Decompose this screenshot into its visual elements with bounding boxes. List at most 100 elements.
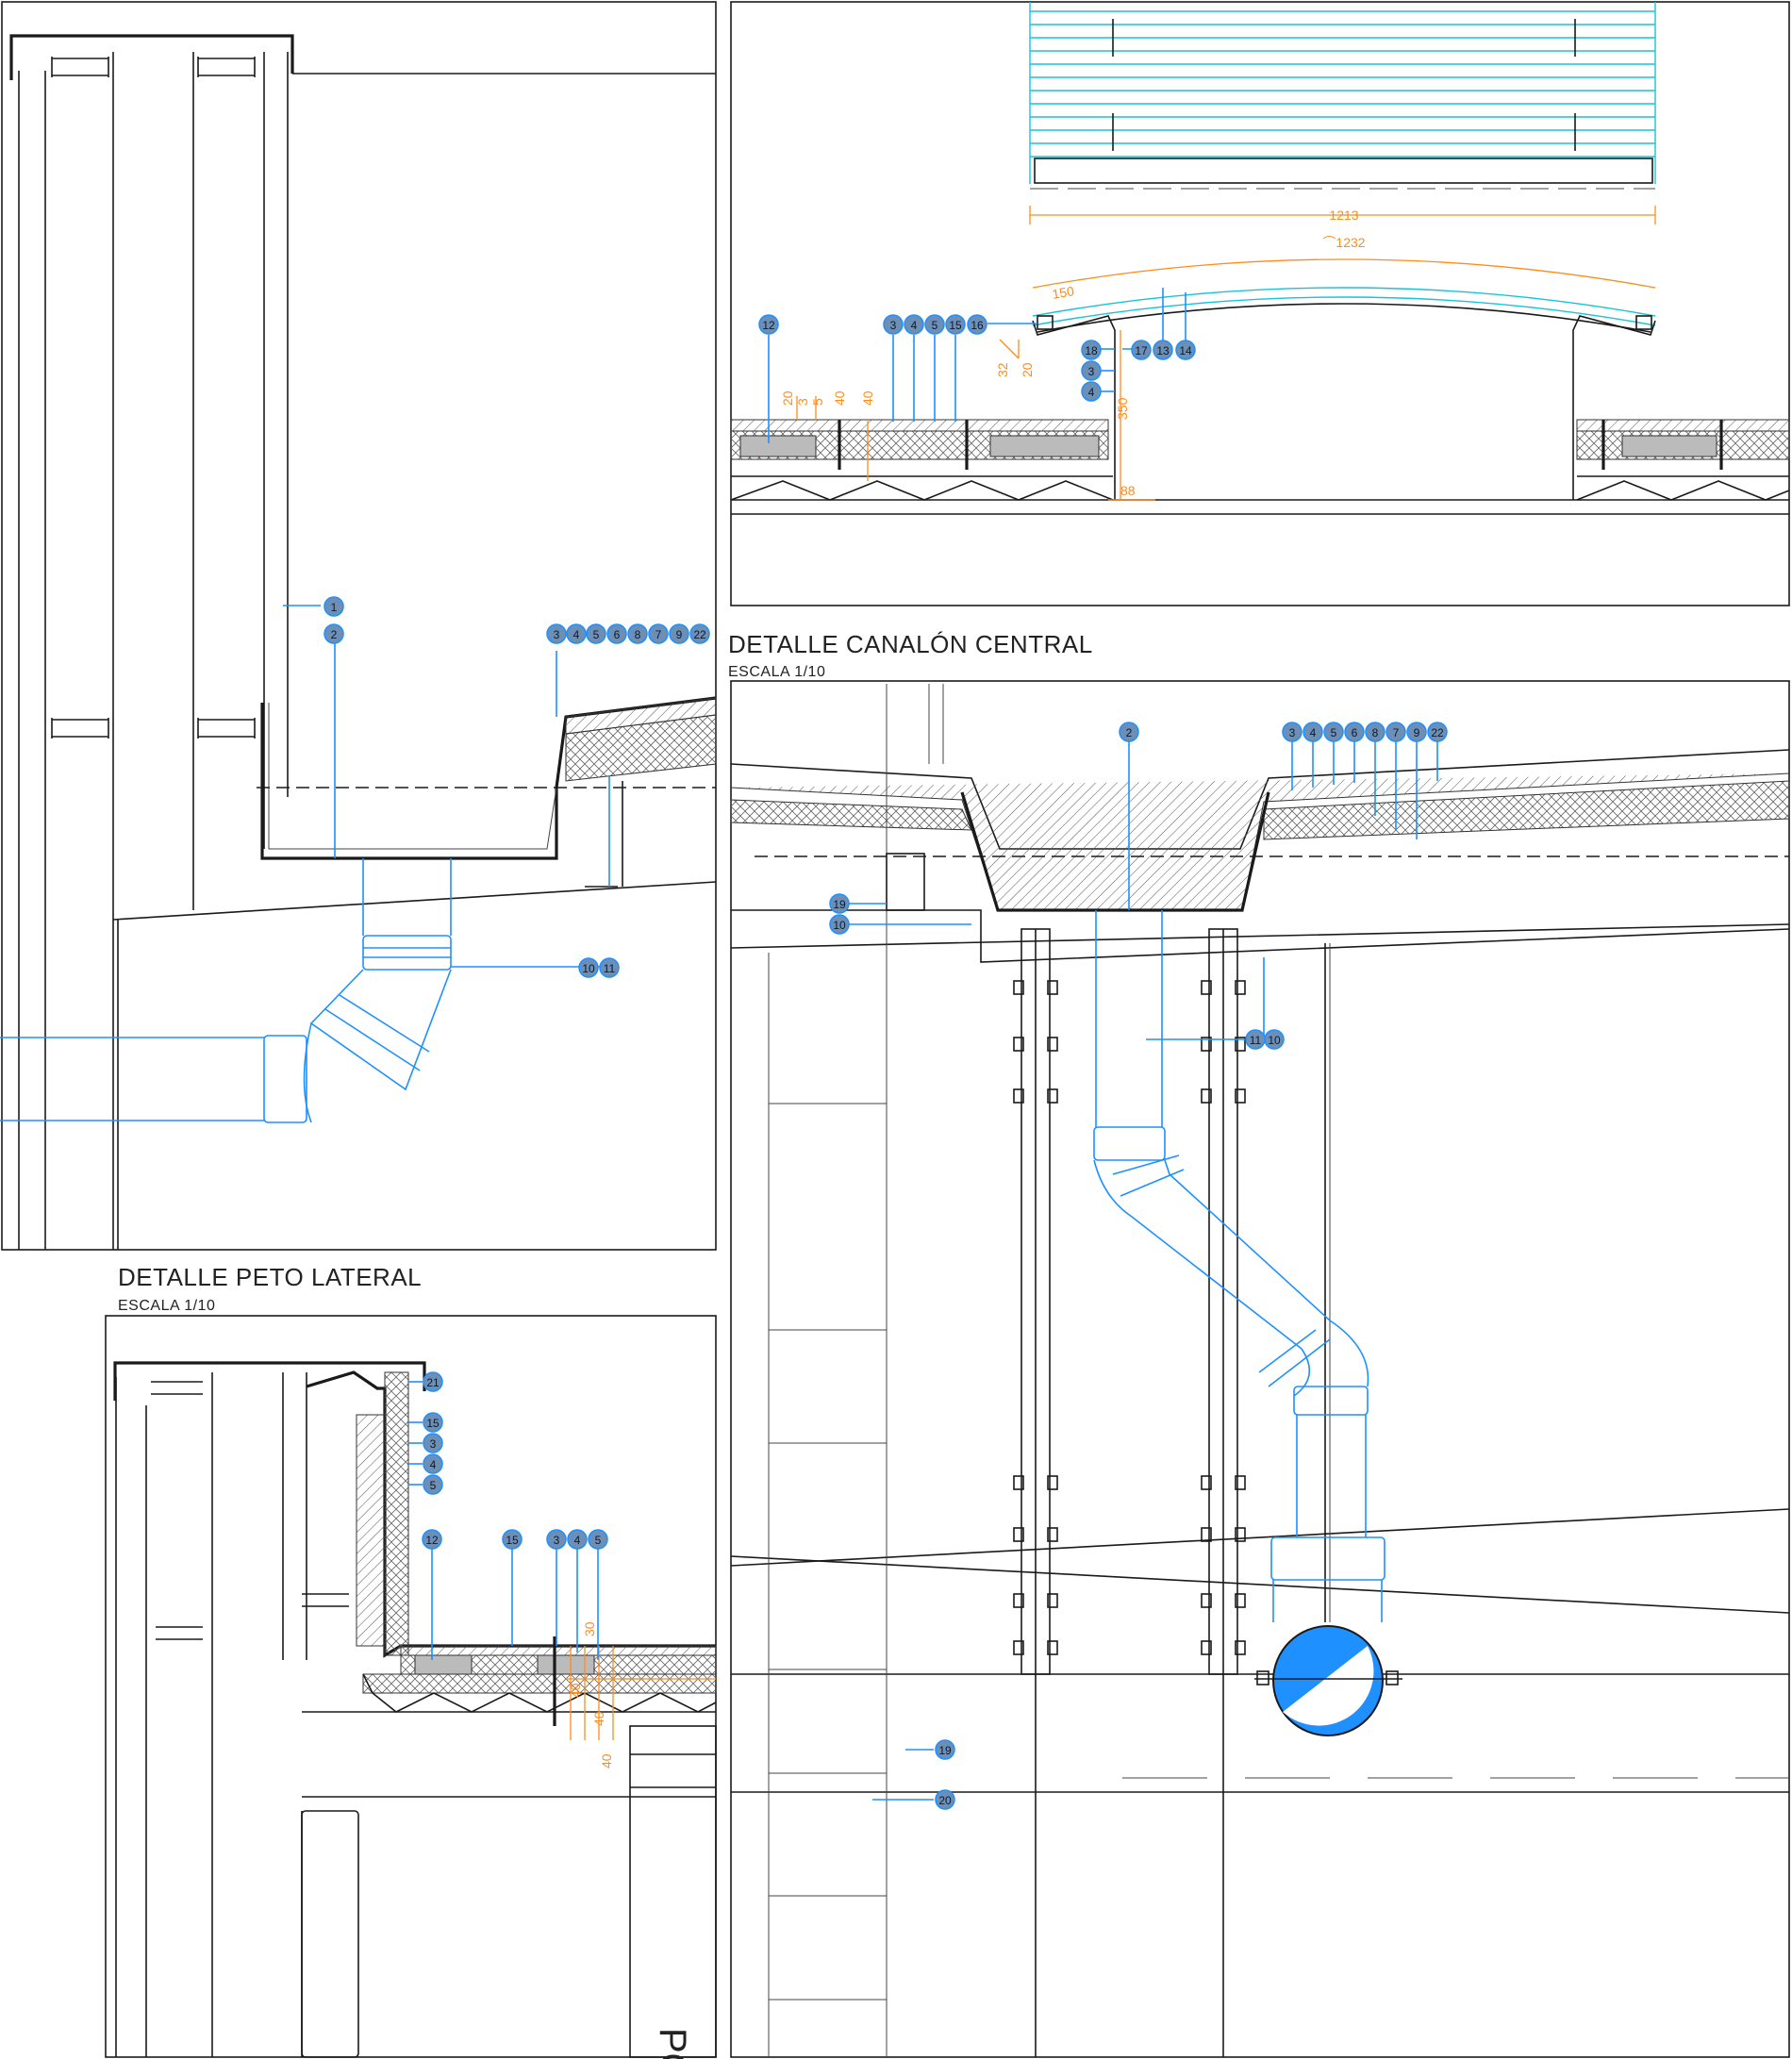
dim-150: 150 (1051, 283, 1075, 302)
callout-number: 22 (1431, 726, 1444, 739)
callout-bubble: 16 (967, 314, 987, 335)
callout-number: 3 (1289, 726, 1296, 739)
frame-top-right (730, 1, 1790, 606)
callout-number: 8 (1372, 726, 1379, 739)
callout-number: 3 (890, 319, 897, 332)
drawing-sheet: 1213 ⌒1232 150 20 3 5 40 40 32 20 350 88… (0, 1, 1790, 2059)
callout-bubble: 2 (1119, 722, 1139, 742)
callout-number: 4 (573, 628, 580, 641)
callout-bubble: 17 (1131, 340, 1152, 360)
callout-bubble: 22 (1427, 722, 1448, 742)
callout-bubble: 7 (1385, 722, 1406, 742)
callout-bubble: 13 (1153, 340, 1173, 360)
callout-number: 3 (554, 628, 560, 641)
callout-number: 1 (331, 601, 338, 614)
callout-number: 3 (1088, 365, 1095, 378)
callout-bubble: 2 (324, 623, 344, 644)
callout-bubble: 8 (1365, 722, 1385, 742)
callout-bubble: 10 (578, 957, 599, 978)
callout-number: 5 (932, 319, 938, 332)
callout-bubble: 10 (1264, 1029, 1285, 1050)
dim-40-b: 40 (860, 390, 875, 406)
dim-32: 32 (995, 362, 1010, 377)
frame-bottom-right (730, 680, 1790, 2058)
title-canalon-central: DETALLE CANALÓN CENTRAL (728, 630, 1093, 658)
dim-40-a: 40 (832, 390, 847, 406)
callout-number: 2 (331, 628, 338, 641)
callout-bubble: 12 (758, 314, 779, 335)
callout-number: 5 (595, 1534, 602, 1547)
callout-bubble: 3 (883, 314, 904, 335)
callout-bubble: 19 (829, 893, 850, 914)
callout-bubble: 15 (423, 1412, 443, 1433)
callout-number: 10 (1268, 1034, 1281, 1047)
callout-number: 10 (582, 962, 595, 975)
callout-bubble: 8 (627, 623, 648, 644)
callout-number: 7 (1393, 726, 1400, 739)
downpipe-central (1093, 910, 1385, 1622)
callout-number: 15 (506, 1534, 519, 1547)
callout-number: 20 (938, 1794, 952, 1807)
callout-number: 19 (938, 1744, 952, 1757)
callout-number: 5 (430, 1479, 437, 1492)
callout-bubble: 12 (422, 1529, 442, 1550)
dim-20-b: 20 (1020, 362, 1035, 377)
dim-350: 350 (1115, 397, 1130, 420)
callout-bubble: 4 (567, 1529, 588, 1550)
dim-20-top: 20 (780, 390, 795, 406)
callout-bubble: 3 (1081, 360, 1102, 381)
callout-bubble: 11 (1245, 1029, 1266, 1050)
callout-number: 22 (693, 628, 706, 641)
callout-number: 7 (655, 628, 662, 641)
callout-number: 4 (574, 1534, 581, 1547)
portico-label: PÓRTI (652, 2028, 694, 2059)
callout-bubble: 4 (423, 1453, 443, 1474)
callout-number: 6 (1352, 726, 1358, 739)
skylight-plan (1029, 2, 1656, 184)
callout-bubble: 10 (829, 914, 850, 935)
callout-bubble: 5 (586, 623, 606, 644)
callout-bubble: 22 (689, 623, 710, 644)
callout-number: 6 (614, 628, 621, 641)
scale-canalon-central: ESCALA 1/10 (728, 664, 825, 680)
scale-peto-lateral: ESCALA 1/10 (118, 1298, 215, 1314)
panel-top-right: 1213 ⌒1232 150 20 3 5 40 40 32 20 350 88 (730, 2, 1790, 515)
panel-bottom-left: PÓRTI 30 40 40 40 (113, 1361, 717, 2059)
dim-5: 5 (810, 398, 825, 406)
callout-bubble: 1 (324, 596, 344, 617)
callout-bubble: 5 (423, 1474, 443, 1495)
callout-bubble: 9 (669, 623, 689, 644)
callout-number: 15 (426, 1417, 440, 1430)
callout-number: 4 (1088, 386, 1095, 399)
callout-number: 3 (554, 1534, 560, 1547)
callout-bubble: 6 (606, 623, 627, 644)
callout-bubble: 4 (904, 314, 924, 335)
callout-bubble: 4 (1303, 722, 1323, 742)
callout-number: 18 (1085, 344, 1098, 357)
callout-number: 21 (426, 1376, 440, 1389)
callout-bubble: 3 (546, 623, 567, 644)
callout-number: 8 (635, 628, 641, 641)
dim-1213: 1213 (1329, 208, 1358, 223)
dim-arc-1232: ⌒1232 (1322, 235, 1365, 250)
callout-number: 16 (971, 319, 984, 332)
callout-bubble: 4 (566, 623, 587, 644)
callout-bubble: 14 (1175, 340, 1196, 360)
frame-top-left (1, 1, 717, 1251)
callout-bubble: 19 (935, 1739, 955, 1760)
callout-number: 3 (430, 1437, 437, 1451)
callout-bubble: 15 (502, 1529, 523, 1550)
callout-bubble: 3 (1282, 722, 1303, 742)
dim-p40-c: 40 (599, 1753, 614, 1768)
callout-number: 4 (430, 1458, 437, 1471)
dim-p30: 30 (582, 1621, 597, 1636)
callout-number: 15 (949, 319, 962, 332)
callout-number: 4 (911, 319, 918, 332)
dim-3: 3 (795, 398, 810, 406)
callout-bubble: 15 (945, 314, 966, 335)
callout-bubble: 6 (1344, 722, 1365, 742)
callout-bubble: 7 (648, 623, 669, 644)
dim-p40-a: 40 (568, 1683, 583, 1698)
callout-number: 17 (1135, 344, 1148, 357)
panel-frames (1, 1, 1790, 2058)
